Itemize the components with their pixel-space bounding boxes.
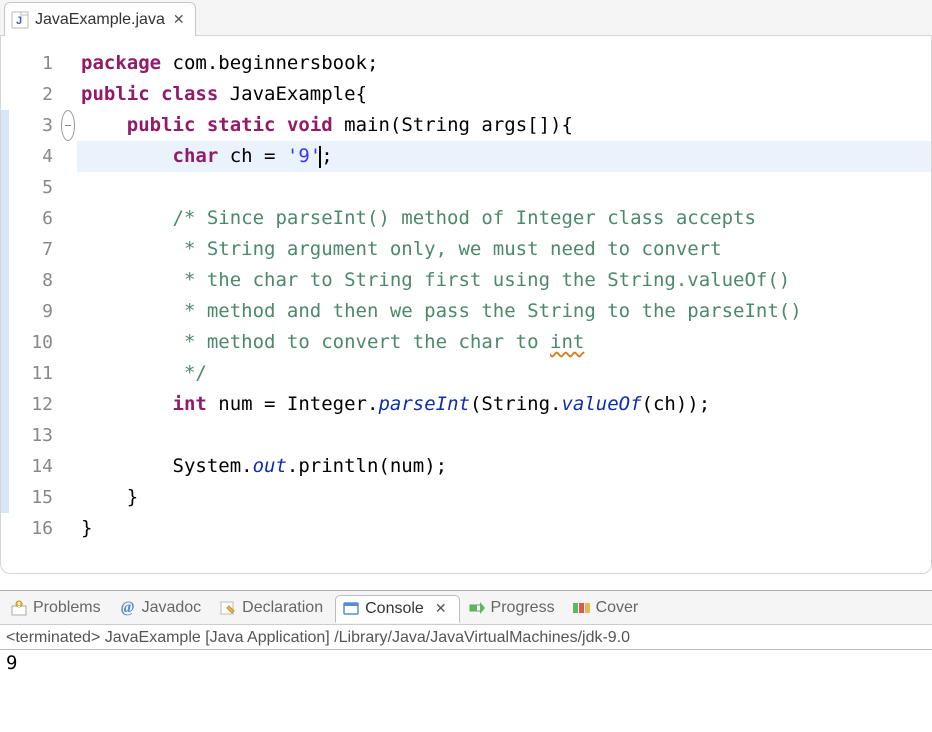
bottom-panel: Problems @ Javadoc Declaration Console ✕ [0, 590, 932, 730]
marker-cell [1, 513, 9, 544]
code-line[interactable]: int num = Integer.parseInt(String.valueO… [77, 389, 931, 420]
fold-spacer [59, 203, 77, 234]
code-line[interactable]: * method and then we pass the String to … [77, 296, 931, 327]
marker-cell [1, 420, 9, 451]
fold-spacer [59, 79, 77, 110]
line-number: 12 [9, 389, 53, 420]
line-number: 1 [9, 48, 53, 79]
code-line[interactable]: public static void main(String args[]){ [77, 110, 931, 141]
line-number: 3 [9, 110, 53, 141]
line-number: 13 [9, 420, 53, 451]
code-line[interactable]: * method to convert the char to int [77, 327, 931, 358]
tab-declaration[interactable]: Declaration [213, 595, 333, 621]
line-number: 7 [9, 234, 53, 265]
tab-label: Problems [33, 599, 101, 617]
editor-area: 12345678910111213141516 − package com.be… [0, 36, 932, 574]
fold-column: − [59, 36, 77, 573]
console-status: <terminated> JavaExample [Java Applicati… [0, 625, 932, 650]
marker-cell [1, 48, 9, 79]
editor-tab-bar: J JavaExample.java ✕ [0, 0, 932, 36]
console-icon [342, 600, 360, 618]
view-tab-bar: Problems @ Javadoc Declaration Console ✕ [0, 591, 932, 625]
java-file-icon: J [11, 11, 29, 29]
line-number: 6 [9, 203, 53, 234]
line-number: 4 [9, 141, 53, 172]
marker-cell [1, 141, 9, 172]
close-icon[interactable]: ✕ [171, 11, 187, 28]
marker-strip [1, 36, 9, 573]
marker-cell [1, 389, 9, 420]
code-line[interactable]: } [77, 513, 931, 544]
marker-cell [1, 234, 9, 265]
fold-spacer [59, 141, 77, 172]
code-line[interactable]: * the char to String first using the Str… [77, 265, 931, 296]
code-line[interactable]: System.out.println(num); [77, 451, 931, 482]
javadoc-icon: @ [119, 599, 137, 617]
line-number-gutter: 12345678910111213141516 [9, 36, 59, 573]
console-output[interactable]: 9 [0, 650, 932, 676]
code-line[interactable] [77, 420, 931, 451]
code-line[interactable]: package com.beginnersbook; [77, 48, 931, 79]
marker-cell [1, 110, 9, 141]
line-number: 8 [9, 265, 53, 296]
tab-progress[interactable]: Progress [462, 595, 565, 621]
fold-spacer [59, 451, 77, 482]
fold-spacer [59, 327, 77, 358]
tab-label: Cover [596, 599, 639, 617]
marker-cell [1, 265, 9, 296]
code-line[interactable]: * String argument only, we must need to … [77, 234, 931, 265]
fold-spacer [59, 420, 77, 451]
progress-icon [468, 599, 486, 617]
tab-console[interactable]: Console ✕ [335, 595, 459, 623]
line-number: 9 [9, 296, 53, 327]
fold-spacer [59, 234, 77, 265]
line-number: 2 [9, 79, 53, 110]
line-number: 16 [9, 513, 53, 544]
fold-spacer [59, 265, 77, 296]
code-line[interactable]: public class JavaExample{ [77, 79, 931, 110]
fold-spacer [59, 389, 77, 420]
marker-cell [1, 451, 9, 482]
marker-cell [1, 79, 9, 110]
line-number: 10 [9, 327, 53, 358]
problems-icon [10, 599, 28, 617]
svg-text:J: J [16, 15, 22, 27]
tab-javadoc[interactable]: @ Javadoc [113, 595, 212, 621]
marker-cell [1, 482, 9, 513]
tab-label: Declaration [242, 599, 323, 617]
editor-tab-filename: JavaExample.java [35, 11, 165, 29]
tab-coverage[interactable]: Cover [567, 595, 649, 621]
marker-cell [1, 172, 9, 203]
fold-spacer [59, 172, 77, 203]
tab-problems[interactable]: Problems [4, 595, 111, 621]
fold-spacer [59, 296, 77, 327]
code-line[interactable]: */ [77, 358, 931, 389]
fold-spacer [59, 482, 77, 513]
line-number: 15 [9, 482, 53, 513]
code-line[interactable]: /* Since parseInt() method of Integer cl… [77, 203, 931, 234]
marker-cell [1, 327, 9, 358]
fold-toggle-icon[interactable]: − [59, 110, 77, 141]
fold-spacer [59, 48, 77, 79]
fold-spacer [59, 358, 77, 389]
code-line[interactable]: char ch = '9'; [77, 141, 931, 172]
marker-cell [1, 358, 9, 389]
line-number: 14 [9, 451, 53, 482]
editor-tab-active[interactable]: J JavaExample.java ✕ [4, 2, 196, 36]
tab-label: Console [365, 600, 424, 618]
line-number: 11 [9, 358, 53, 389]
code-line[interactable]: } [77, 482, 931, 513]
tab-label: Javadoc [142, 599, 202, 617]
coverage-icon [573, 599, 591, 617]
tab-label: Progress [491, 599, 555, 617]
fold-spacer [59, 513, 77, 544]
code-area[interactable]: package com.beginnersbook;public class J… [77, 36, 931, 573]
declaration-icon [219, 599, 237, 617]
code-line[interactable] [77, 172, 931, 203]
line-number: 5 [9, 172, 53, 203]
close-icon[interactable]: ✕ [433, 600, 449, 617]
marker-cell [1, 203, 9, 234]
marker-cell [1, 296, 9, 327]
